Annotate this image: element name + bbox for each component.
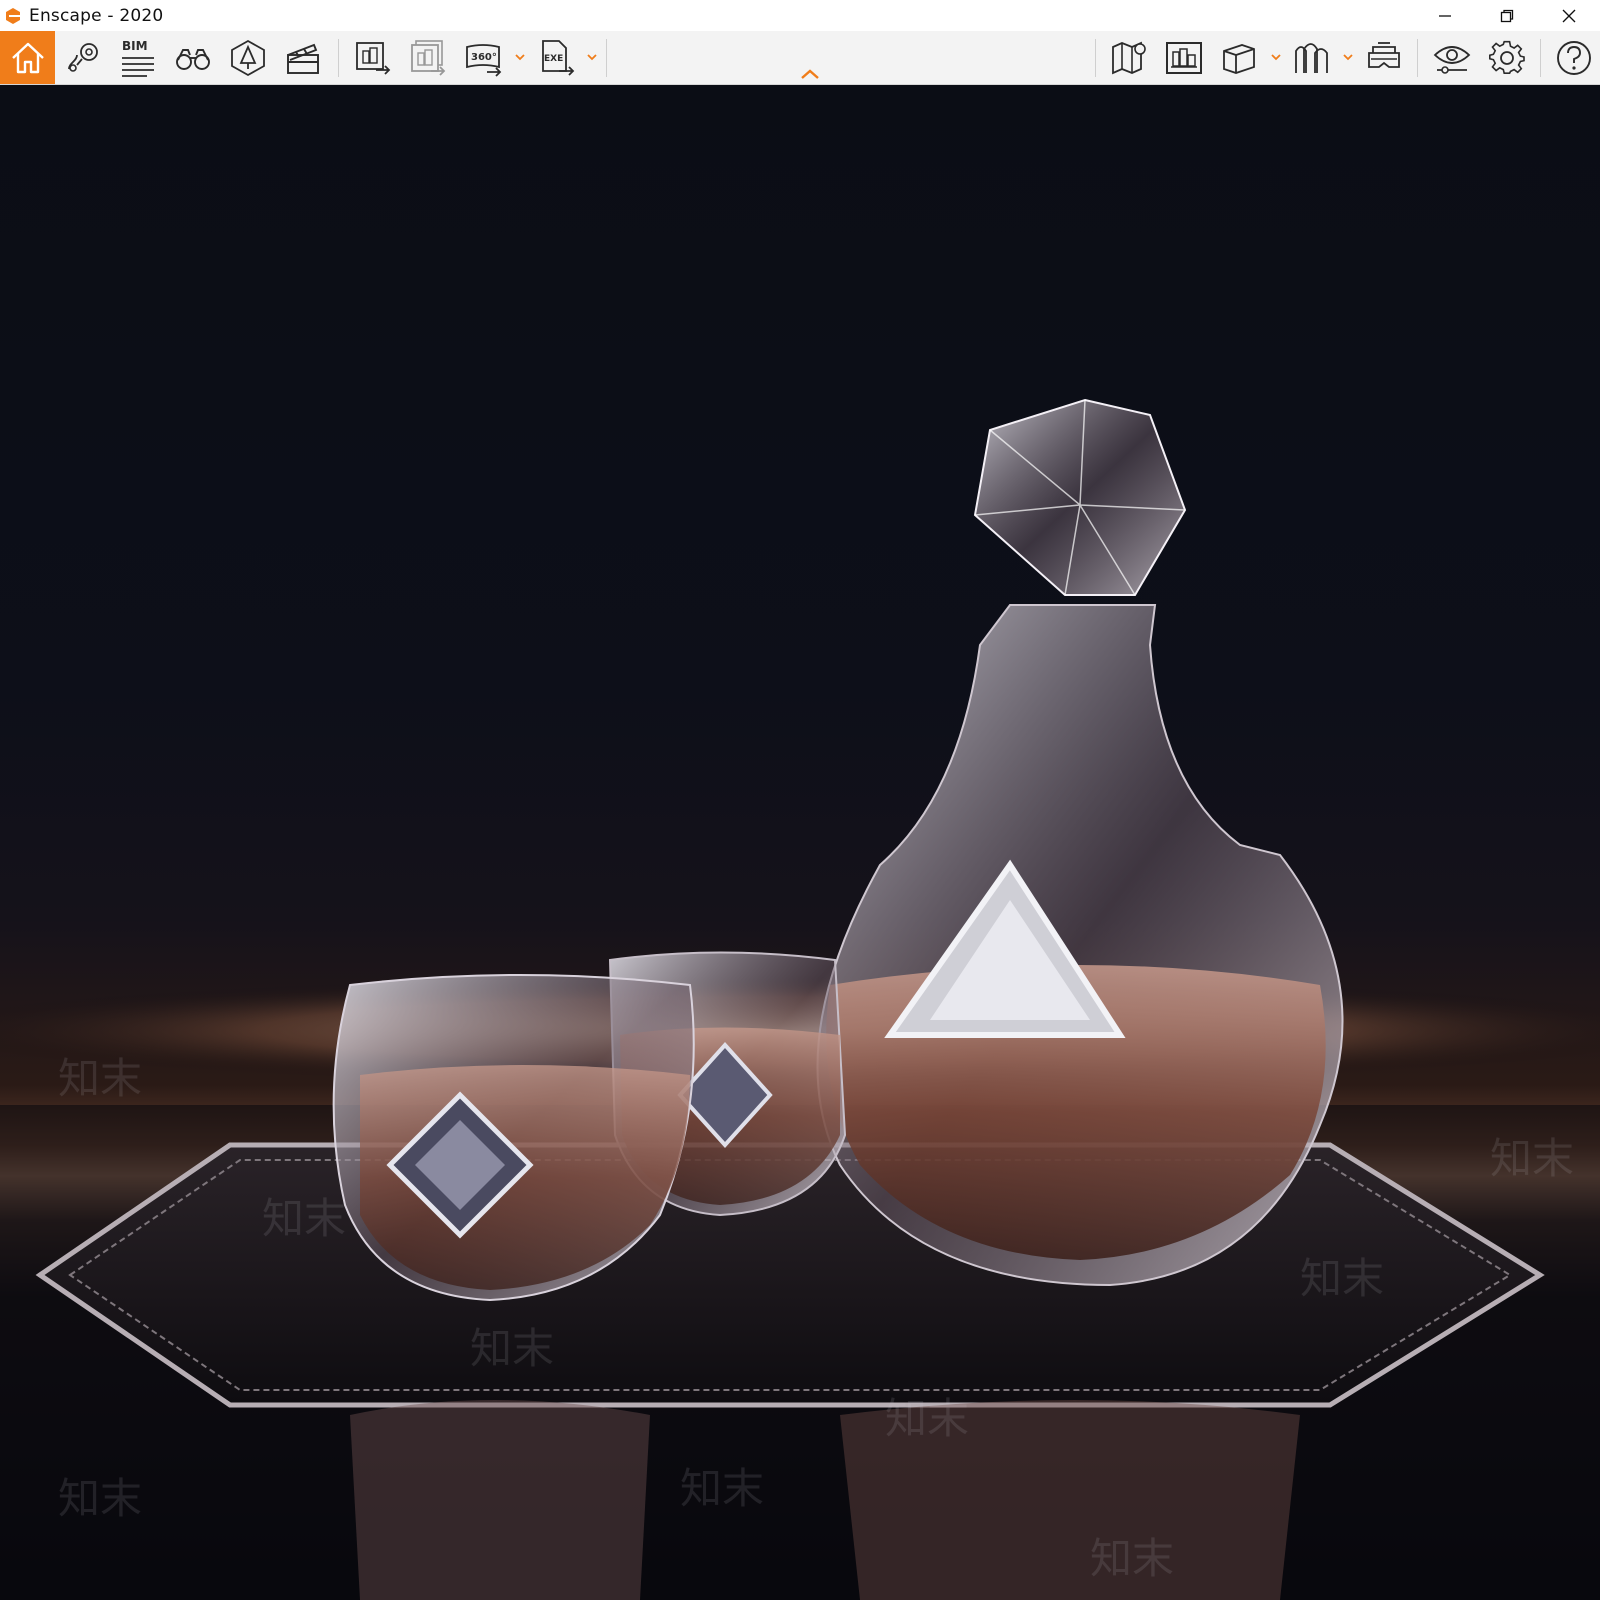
panorama-360-icon: 360° [466, 43, 502, 77]
panorama-label: 360° [471, 52, 497, 63]
enscape-logo-icon [6, 7, 20, 24]
export-exe-icon: EXE [542, 39, 575, 76]
clapperboard-icon [287, 43, 319, 74]
bim-info-button[interactable]: BIM [116, 31, 160, 84]
exe-label: EXE [544, 54, 563, 64]
eye-icon [1433, 45, 1471, 74]
people-icon [1295, 42, 1328, 73]
screenshot-export-icon [356, 41, 391, 75]
chevron-down-icon[interactable] [1270, 52, 1282, 62]
toolbar-separator [606, 39, 607, 77]
home-icon [11, 42, 44, 73]
render-screenshot-button[interactable] [351, 31, 395, 84]
batch-render-button[interactable] [406, 31, 450, 84]
cube-view-button[interactable] [1217, 31, 1261, 84]
binoculars-icon [176, 48, 210, 70]
chevron-up-icon[interactable] [799, 67, 821, 81]
bim-label: BIM [122, 39, 148, 53]
toolbar-separator [338, 39, 339, 77]
binoculars-button[interactable] [171, 31, 215, 84]
rendered-scene [0, 398, 1600, 1600]
render-viewport[interactable]: 知末 知末 知末 知末 知末 知末 知末 知末 知末 [0, 85, 1600, 1600]
toolbar-separator [1540, 39, 1541, 77]
restore-icon [1500, 9, 1514, 22]
close-button[interactable] [1538, 0, 1600, 31]
sun-panel-icon [1166, 41, 1202, 74]
vr-headset-icon [1368, 41, 1400, 68]
help-icon [1557, 40, 1591, 75]
settings-button[interactable] [1485, 31, 1529, 84]
export-exe-button[interactable]: EXE [535, 31, 581, 84]
views-button[interactable] [62, 31, 106, 84]
help-button[interactable] [1552, 31, 1596, 84]
batch-export-icon [411, 39, 446, 76]
minimize-button[interactable] [1414, 0, 1476, 31]
visual-settings-button[interactable] [1162, 31, 1206, 84]
map-button[interactable] [1107, 31, 1151, 84]
main-toolbar: BIM 360° EXE [0, 31, 1600, 85]
video-editor-button[interactable] [281, 31, 325, 84]
bim-list-icon: BIM [122, 39, 154, 77]
toolbar-separator [1417, 39, 1418, 77]
gear-icon [1488, 40, 1525, 74]
chevron-down-icon[interactable] [514, 52, 526, 62]
close-icon [1562, 9, 1576, 22]
map-icon [1112, 41, 1146, 74]
preview-button[interactable] [1430, 31, 1474, 84]
chevron-down-icon[interactable] [1342, 52, 1354, 62]
location-pin-icon [68, 42, 98, 72]
home-button[interactable] [0, 31, 55, 84]
title-bar: Enscape - 2020 [0, 0, 1600, 31]
asset-library-button[interactable] [226, 31, 270, 84]
vr-headset-button[interactable] [1362, 31, 1406, 84]
cube-icon [1223, 43, 1255, 74]
restore-button[interactable] [1476, 0, 1538, 31]
decanter [816, 398, 1344, 1287]
tree-icon [231, 39, 265, 76]
chevron-down-icon[interactable] [586, 52, 598, 62]
panorama-360-button[interactable]: 360° [461, 31, 507, 84]
walk-mode-button[interactable] [1290, 31, 1334, 84]
minimize-icon [1439, 14, 1451, 17]
toolbar-separator [1095, 39, 1096, 77]
window-title: Enscape - 2020 [29, 5, 164, 26]
